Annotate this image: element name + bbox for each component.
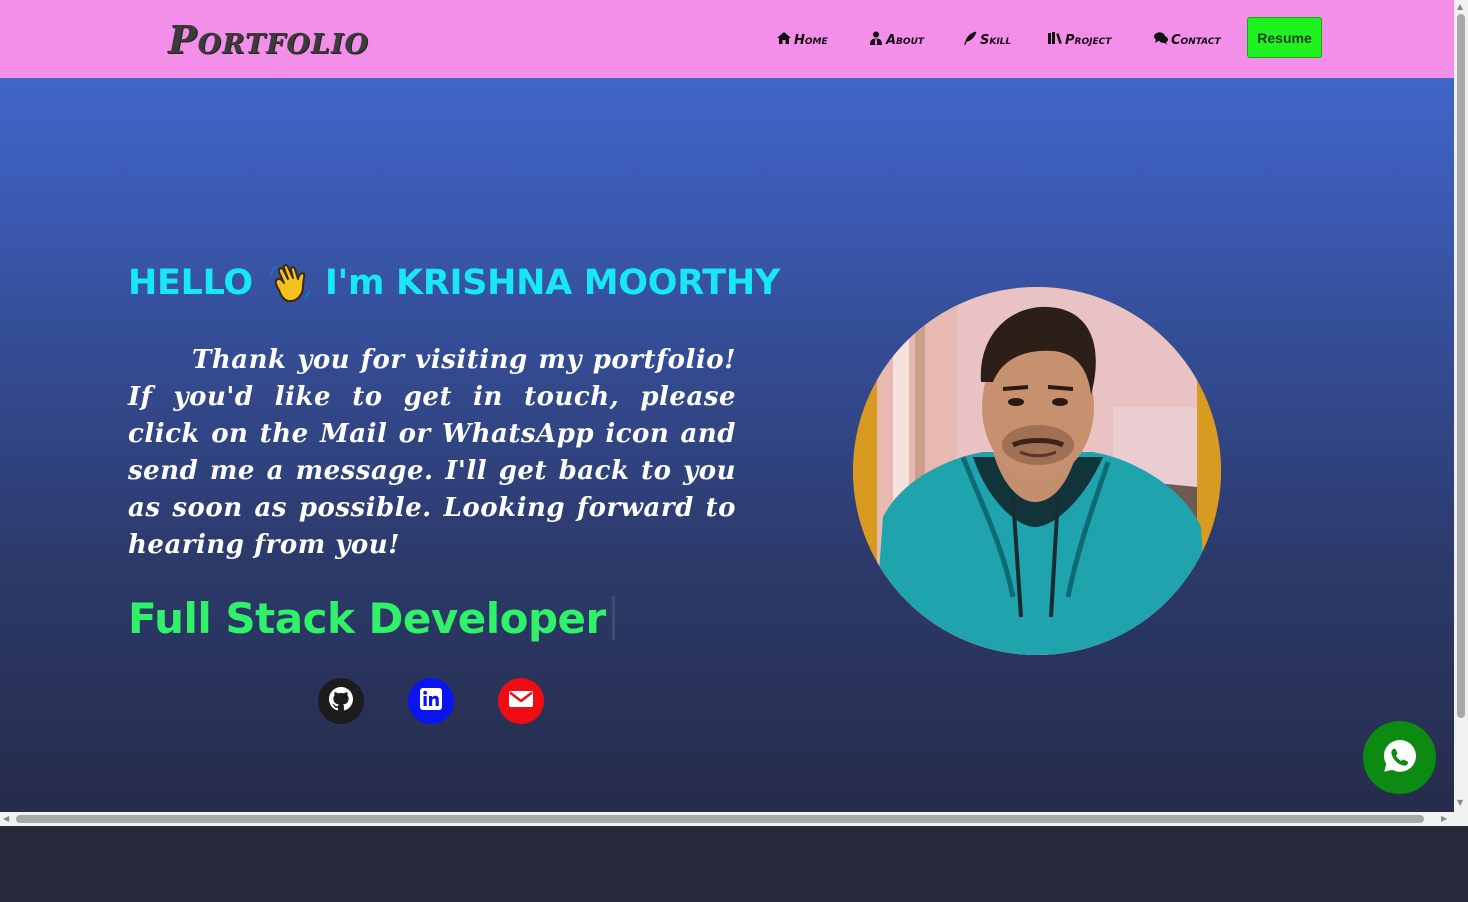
horizontal-scrollbar-thumb[interactable] [16,815,1424,823]
resume-button[interactable]: Resume [1247,17,1322,58]
navbar: Portfolio Home About Skill Project Conta… [0,0,1454,78]
github-link[interactable] [318,678,364,724]
typing-cursor [611,596,615,640]
scroll-up-icon[interactable]: ▲ [1457,2,1463,12]
nav-item-skill[interactable]: Skill [962,30,1011,50]
greeting-name: I'm KRISHNA MOORTHY [324,263,780,303]
site-logo[interactable]: Portfolio [168,10,369,70]
linkedin-link[interactable] [408,678,454,724]
nav-item-project[interactable]: Project [1047,30,1111,50]
mail-icon [507,685,535,717]
whatsapp-icon [1380,736,1420,780]
profile-photo [853,287,1221,655]
nav-label-contact: Contact [1171,32,1221,48]
vertical-scrollbar[interactable]: ▲ ▼ [1454,0,1468,812]
role-text: Full Stack Developer [128,593,606,643]
whatsapp-button[interactable] [1363,721,1436,794]
mail-link[interactable] [498,678,544,724]
intro-paragraph: Thank you for visiting my portfolio! If … [128,345,736,560]
nav-label-project: Project [1065,32,1112,48]
user-tie-icon [868,30,884,50]
nav-item-contact[interactable]: Contact [1153,30,1221,50]
nav-label-home: Home [794,32,828,48]
nav-label-skill: Skill [980,32,1012,48]
feather-icon [962,30,978,50]
scroll-left-icon[interactable]: ◀ [3,814,9,824]
scroll-down-icon[interactable]: ▼ [1457,798,1463,808]
scroll-right-icon[interactable]: ▶ [1441,814,1447,824]
vertical-scrollbar-thumb[interactable] [1457,14,1465,718]
linkedin-icon [417,685,445,717]
books-icon [1047,30,1063,50]
hero-greeting: HELLO I'm KRISHNA MOORTHY [128,258,780,308]
nav-label-about: About [886,32,925,48]
role-heading: Full Stack Developer [128,590,615,646]
waving-hand-icon [267,260,313,306]
scrollbar-corner [1454,812,1468,826]
nav-item-about[interactable]: About [868,30,924,50]
page-viewport: Portfolio Home About Skill Project Conta… [0,0,1454,812]
greeting-prefix: HELLO [128,263,253,303]
horizontal-scrollbar[interactable]: ◀ ▶ [0,812,1454,826]
home-icon [776,30,792,50]
nav-item-home[interactable]: Home [776,30,828,50]
github-icon [327,685,355,717]
comments-icon [1153,30,1169,50]
